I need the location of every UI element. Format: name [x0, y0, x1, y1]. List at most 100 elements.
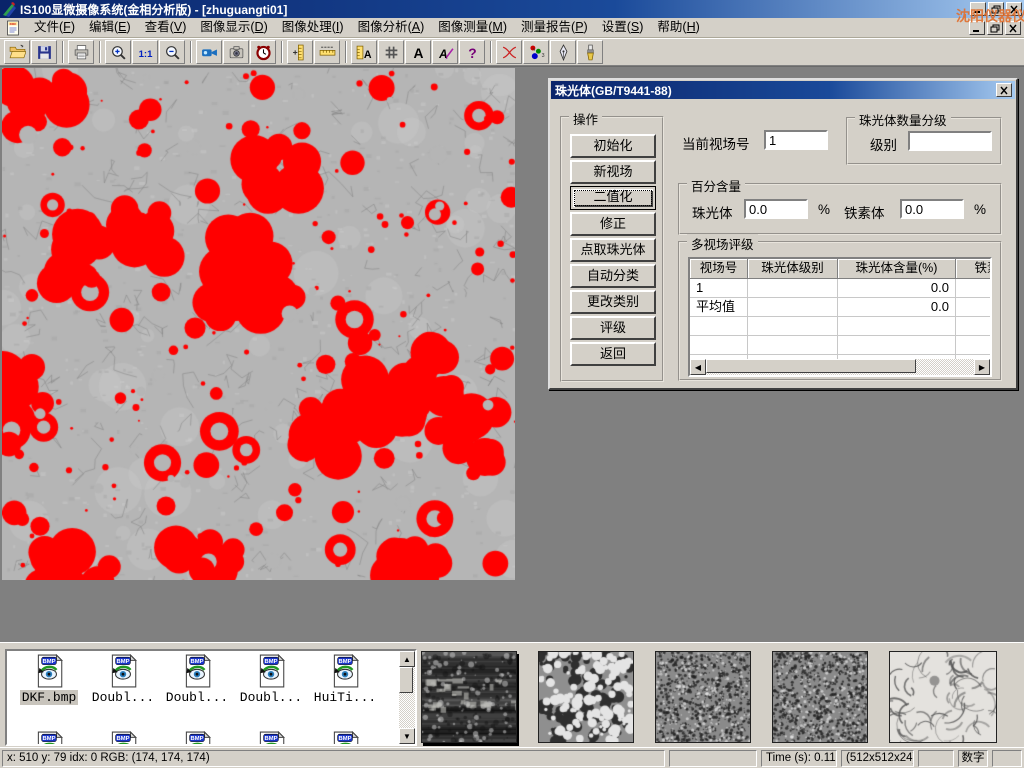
brush-tool-button[interactable]: [577, 40, 603, 64]
table-header-3[interactable]: 珠光体含量(%): [838, 259, 956, 279]
file-item-row2-4[interactable]: BMP: [235, 731, 307, 746]
scroll-left-button[interactable]: ◀: [690, 359, 706, 375]
save-file-button[interactable]: [31, 40, 57, 64]
menu-bar: DOC 文件(F)编辑(E)查看(V)图像显示(D)图像处理(I)图像分析(A)…: [0, 18, 1024, 38]
table-header-2[interactable]: 珠光体级别: [748, 259, 838, 279]
caliper-measure-button[interactable]: [287, 40, 313, 64]
file-scrollbar[interactable]: ▲ ▼: [399, 651, 415, 744]
op-button-3[interactable]: 二值化: [570, 186, 656, 210]
file-item-5[interactable]: BMPHuiTi...: [309, 654, 381, 705]
op-button-2[interactable]: 新视场: [570, 160, 656, 184]
curve-tool-button[interactable]: [496, 40, 522, 64]
menu-item-7[interactable]: 图像测量(M): [431, 18, 514, 37]
svg-text:DOC: DOC: [10, 21, 18, 25]
table-cell: [748, 317, 838, 336]
help-button[interactable]: ?: [459, 40, 485, 64]
timer-clock-button[interactable]: [250, 40, 276, 64]
op-button-1[interactable]: 初始化: [570, 134, 656, 158]
menu-item-6[interactable]: 图像分析(A): [351, 18, 432, 37]
svg-text:BMP: BMP: [191, 659, 204, 665]
table-row-2[interactable]: 平均值0.0: [690, 298, 990, 317]
svg-text:?: ?: [468, 44, 476, 60]
pen-tool-button[interactable]: [550, 40, 576, 64]
zoom-out-icon: [164, 44, 181, 61]
op-button-8[interactable]: 评级: [570, 316, 656, 340]
edit-annotate-button[interactable]: A: [432, 40, 458, 64]
thumb-4[interactable]: [772, 651, 868, 743]
thumb-5[interactable]: [889, 651, 997, 743]
menu-item-8[interactable]: 测量报告(P): [514, 18, 595, 37]
open-file-button[interactable]: [4, 40, 30, 64]
actual-size-button[interactable]: 1:1: [132, 40, 158, 64]
table-row-1[interactable]: 10.0: [690, 279, 990, 298]
video-camera-icon: [201, 44, 218, 61]
file-scroll-up-button[interactable]: ▲: [399, 651, 415, 667]
op-button-5[interactable]: 点取珠光体: [570, 238, 656, 262]
zoom-in-button[interactable]: [105, 40, 131, 64]
scroll-right-button[interactable]: ▶: [974, 359, 990, 375]
file-item-row2-3[interactable]: BMP: [161, 731, 233, 746]
file-scroll-down-button[interactable]: ▼: [399, 728, 415, 744]
thumb-2[interactable]: [538, 651, 634, 743]
phase-colors-button[interactable]: 3: [523, 40, 549, 64]
menu-item-9[interactable]: 设置(S): [595, 18, 651, 37]
file-item-2[interactable]: BMPDoubl...: [87, 654, 159, 705]
svg-text:BMP: BMP: [265, 659, 278, 665]
scroll-thumb[interactable]: [706, 359, 916, 373]
menu-item-4[interactable]: 图像显示(D): [193, 18, 274, 37]
camera-capture-button[interactable]: [223, 40, 249, 64]
metallographic-image[interactable]: [2, 68, 515, 580]
table-cell: [956, 317, 992, 336]
file-item-3[interactable]: BMP Doubl...: [161, 654, 233, 705]
ruler-measure-button[interactable]: [314, 40, 340, 64]
file-item-4[interactable]: BMPDoubl...: [235, 654, 307, 705]
level-input[interactable]: [908, 131, 992, 151]
op-button-7[interactable]: 更改类别: [570, 290, 656, 314]
table-cell: [748, 336, 838, 355]
help-icon: ?: [464, 44, 481, 61]
file-item-row2-2[interactable]: BMP: [87, 731, 159, 746]
table-hscrollbar[interactable]: ◀ ▶: [690, 359, 990, 375]
dialog-close-button[interactable]: [996, 83, 1012, 97]
zoom-out-button[interactable]: [159, 40, 185, 64]
grid-calibrate-icon: [383, 44, 400, 61]
measure-text-button[interactable]: A: [351, 40, 377, 64]
table-header-4[interactable]: 铁素体含量(%): [956, 259, 992, 279]
file-name: Doubl...: [164, 690, 230, 705]
dialog-title: 珠光体(GB/T9441-88): [555, 82, 672, 99]
svg-text:BMP: BMP: [117, 659, 130, 665]
file-item-row2-5[interactable]: BMP: [309, 731, 381, 746]
video-camera-button[interactable]: [196, 40, 222, 64]
table-header-1[interactable]: 视场号: [690, 259, 748, 279]
op-button-6[interactable]: 自动分类: [570, 264, 656, 288]
table-row-3[interactable]: [690, 317, 990, 336]
grid-calibrate-button[interactable]: [378, 40, 404, 64]
text-annotate-button[interactable]: A: [405, 40, 431, 64]
menu-item-5[interactable]: 图像处理(I): [275, 18, 351, 37]
scroll-track[interactable]: [706, 359, 974, 375]
file-name: HuiTi...: [312, 690, 378, 705]
vendor-watermark: 沈阳仪器仪表: [956, 6, 1024, 26]
percent-group-label: 百分含量: [687, 176, 745, 195]
print-button[interactable]: [68, 40, 94, 64]
op-button-4[interactable]: 修正: [570, 212, 656, 236]
menu-item-3[interactable]: 查看(V): [138, 18, 194, 37]
menu-item-2[interactable]: 编辑(E): [82, 18, 138, 37]
file-item-1[interactable]: BMPDKF.bmp: [13, 654, 85, 705]
table-cell: [956, 279, 992, 298]
table-row-4[interactable]: [690, 336, 990, 355]
pearlite-percent-input[interactable]: [744, 199, 808, 219]
toolbar-separator: [62, 41, 64, 63]
ferrite-percent-input[interactable]: [900, 199, 964, 219]
file-item-row2-1[interactable]: BMP: [13, 731, 85, 746]
menu-item-1[interactable]: 文件(F): [27, 18, 82, 37]
status-bar: x: 510 y: 79 idx: 0 RGB: (174, 174, 174)…: [0, 747, 1024, 768]
file-scroll-thumb[interactable]: [399, 667, 413, 693]
menu-item-10[interactable]: 帮助(H): [650, 18, 706, 37]
thumb-1[interactable]: [421, 651, 517, 743]
document-icon: DOC: [5, 20, 21, 36]
op-button-9[interactable]: 返回: [570, 342, 656, 366]
current-field-input[interactable]: [764, 130, 828, 150]
thumb-3[interactable]: [655, 651, 751, 743]
status-empty-3: [992, 750, 1022, 767]
